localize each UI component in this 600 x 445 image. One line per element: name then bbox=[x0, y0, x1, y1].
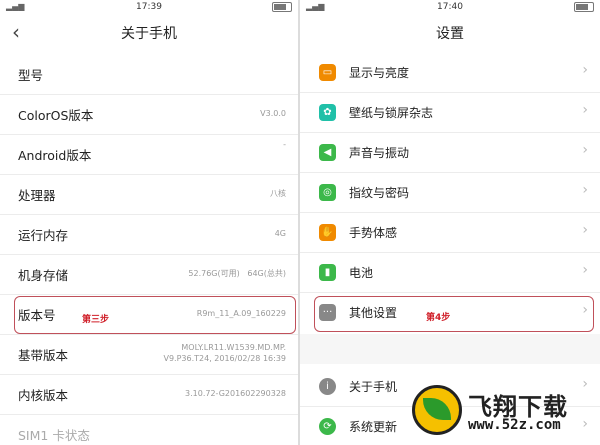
row-value: 3.10.72-G201602290328 bbox=[185, 389, 286, 398]
gesture-icon: ✋ bbox=[319, 224, 336, 241]
screenshot-root: ▂▄▆ 17:39 ‹ 关于手机 型号 ColorOS版本 V3.0.0 And… bbox=[0, 0, 600, 445]
settings-item-label: 系统更新 bbox=[349, 420, 398, 434]
chevron-right-icon: › bbox=[582, 222, 588, 238]
chevron-right-icon: › bbox=[582, 142, 588, 158]
build-number-highlight bbox=[14, 296, 296, 334]
row-value: - bbox=[283, 140, 286, 149]
settings-item-display[interactable]: ▭ 显示与亮度 › bbox=[300, 52, 600, 93]
settings-item-label: 电池 bbox=[349, 266, 374, 280]
info-row-baseband[interactable]: 基带版本 MOLY.LR11.W1539.MD.MP. V9.P36.T24, … bbox=[0, 334, 298, 375]
step-annotation: 第4步 bbox=[426, 313, 451, 323]
info-row-storage[interactable]: 机身存储 52.76G(可用) 64G(总共) bbox=[0, 254, 298, 295]
title-bar: ‹ 关于手机 bbox=[0, 14, 298, 52]
status-bar: ▂▄▆ 17:39 bbox=[0, 0, 298, 14]
settings-item-label: 指纹与密码 bbox=[349, 186, 410, 200]
watermark-logo-icon bbox=[412, 385, 462, 435]
row-label: 运行内存 bbox=[18, 227, 69, 243]
signal-icon: ▂▄▆ bbox=[306, 2, 325, 11]
info-icon: i bbox=[319, 378, 336, 395]
title-bar: 设置 bbox=[300, 14, 600, 52]
update-icon: ⟳ bbox=[319, 418, 336, 435]
settings-screen: ▂▄▆ 17:40 设置 ▭ 显示与亮度 › ✿ 壁纸与锁屏杂志 › ◀ 声音与… bbox=[300, 0, 600, 445]
settings-item-label: 壁纸与锁屏杂志 bbox=[349, 106, 434, 120]
watermark-url: www.52z.com bbox=[468, 417, 561, 433]
row-label: Android版本 bbox=[18, 147, 92, 163]
status-time: 17:40 bbox=[437, 2, 463, 12]
other-settings-highlight bbox=[314, 296, 594, 332]
row-label: SIM1 卡状态 bbox=[18, 427, 90, 443]
battery-icon: ▮ bbox=[319, 264, 336, 281]
battery-status-icon bbox=[574, 2, 594, 12]
battery-status-icon bbox=[272, 2, 292, 12]
status-bar: ▂▄▆ 17:40 bbox=[300, 0, 600, 14]
step-annotation: 第三步 bbox=[82, 315, 110, 325]
row-label: 基带版本 bbox=[18, 347, 69, 363]
info-row-kernel[interactable]: 内核版本 3.10.72-G201602290328 bbox=[0, 374, 298, 415]
row-label: 内核版本 bbox=[18, 387, 69, 403]
chevron-left-icon[interactable]: ‹ bbox=[12, 22, 20, 42]
chevron-right-icon: › bbox=[582, 62, 588, 78]
fingerprint-icon: ◎ bbox=[319, 184, 336, 201]
page-title: 设置 bbox=[436, 26, 464, 42]
row-label: ColorOS版本 bbox=[18, 107, 94, 123]
settings-item-battery[interactable]: ▮ 电池 › bbox=[300, 252, 600, 293]
row-label: 处理器 bbox=[18, 187, 56, 203]
info-row-processor[interactable]: 处理器 八核 bbox=[0, 174, 298, 215]
settings-item-wallpaper[interactable]: ✿ 壁纸与锁屏杂志 › bbox=[300, 92, 600, 133]
row-label: 型号 bbox=[18, 67, 44, 83]
watermark: 飞翔下载 www.52z.com bbox=[412, 383, 592, 439]
row-label: 机身存储 bbox=[18, 267, 69, 283]
info-row-android[interactable]: Android版本 - bbox=[0, 134, 298, 175]
row-value: 八核 bbox=[270, 189, 286, 198]
info-row-coloros[interactable]: ColorOS版本 V3.0.0 bbox=[0, 94, 298, 135]
chevron-right-icon: › bbox=[582, 182, 588, 198]
display-icon: ▭ bbox=[319, 64, 336, 81]
wallpaper-icon: ✿ bbox=[319, 104, 336, 121]
about-phone-screen: ▂▄▆ 17:39 ‹ 关于手机 型号 ColorOS版本 V3.0.0 And… bbox=[0, 0, 300, 445]
settings-item-label: 关于手机 bbox=[349, 380, 398, 394]
info-row-sim1[interactable]: SIM1 卡状态 bbox=[0, 414, 298, 445]
settings-item-label: 显示与亮度 bbox=[349, 66, 410, 80]
row-value: MOLY.LR11.W1539.MD.MP. V9.P36.T24, 2016/… bbox=[163, 343, 286, 363]
info-row-model[interactable]: 型号 bbox=[0, 54, 298, 95]
settings-item-fingerprint[interactable]: ◎ 指纹与密码 › bbox=[300, 172, 600, 213]
status-time: 17:39 bbox=[136, 2, 162, 12]
chevron-right-icon: › bbox=[582, 102, 588, 118]
signal-icon: ▂▄▆ bbox=[6, 2, 25, 11]
sound-icon: ◀ bbox=[319, 144, 336, 161]
chevron-right-icon: › bbox=[582, 262, 588, 278]
settings-item-gesture[interactable]: ✋ 手势体感 › bbox=[300, 212, 600, 253]
settings-item-label: 声音与振动 bbox=[349, 146, 410, 160]
row-value: 52.76G(可用) 64G(总共) bbox=[188, 269, 286, 278]
settings-item-sound[interactable]: ◀ 声音与振动 › bbox=[300, 132, 600, 173]
section-divider bbox=[300, 334, 600, 364]
page-title: 关于手机 bbox=[121, 26, 177, 42]
row-value: V3.0.0 bbox=[260, 109, 286, 118]
info-row-ram[interactable]: 运行内存 4G bbox=[0, 214, 298, 255]
settings-item-label: 手势体感 bbox=[349, 226, 398, 240]
row-value: 4G bbox=[274, 229, 286, 238]
